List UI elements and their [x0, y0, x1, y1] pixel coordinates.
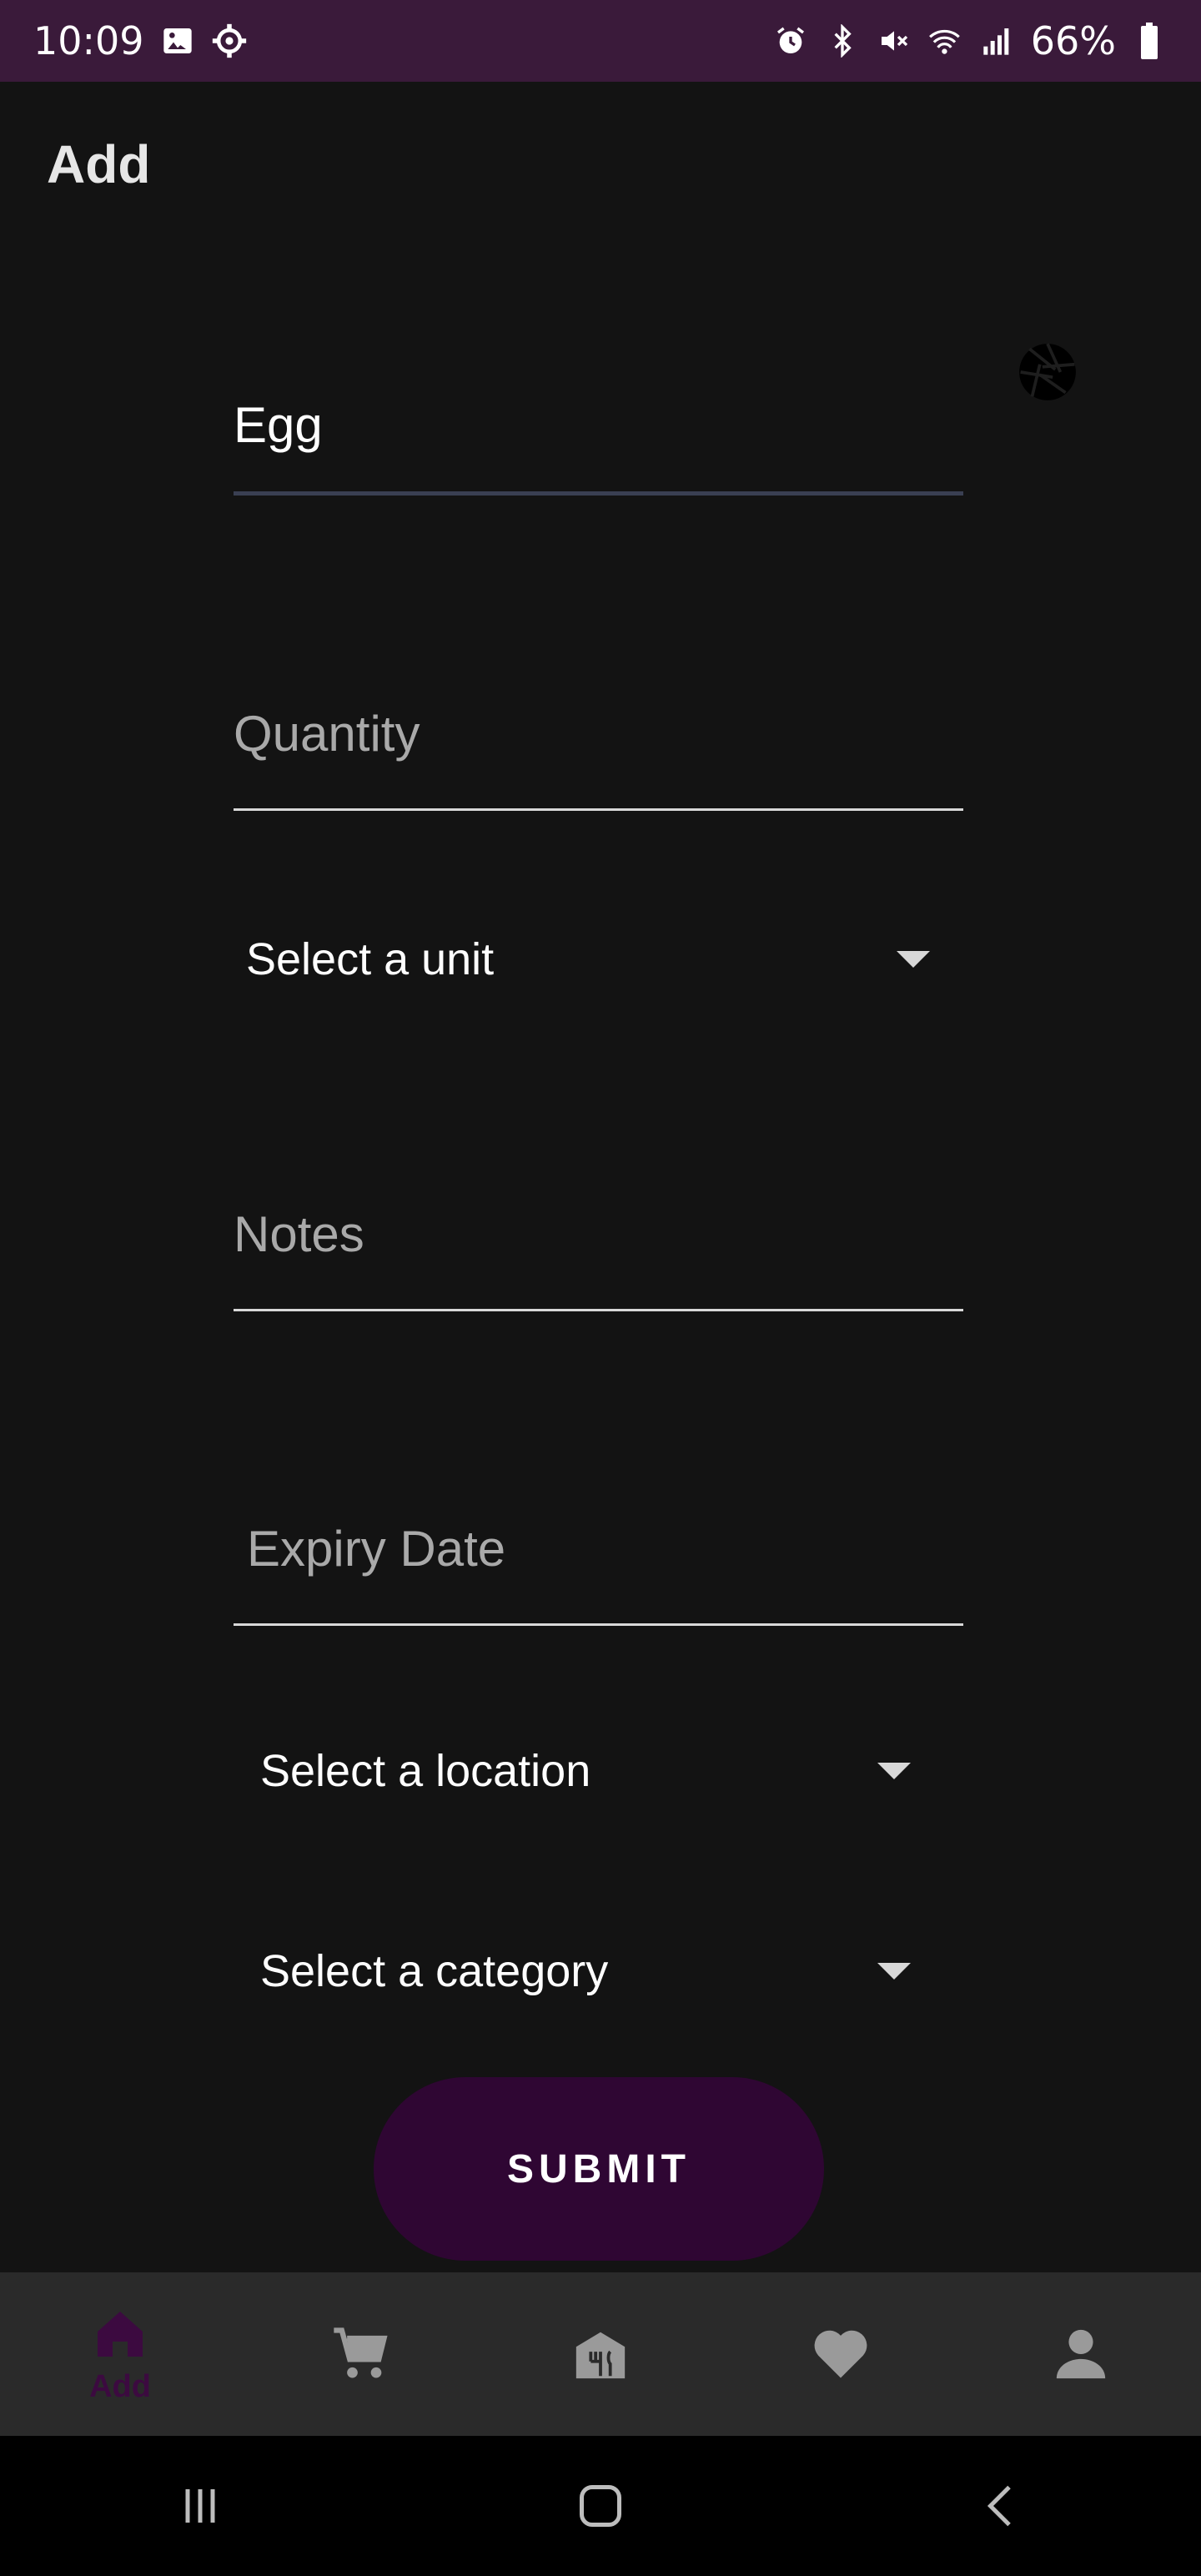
cart-icon	[334, 2327, 388, 2378]
quantity-field[interactable]	[234, 659, 963, 811]
submit-button[interactable]: SUBMIT	[374, 2077, 824, 2261]
category-select-label: Select a category	[260, 1946, 609, 1996]
status-left: 10:09	[33, 18, 248, 63]
signal-icon	[979, 23, 1016, 59]
recents-button[interactable]	[150, 2456, 250, 2556]
chevron-down-icon	[877, 1763, 911, 1779]
status-bar: 10:09 66%	[0, 0, 1201, 82]
unit-select-label: Select a unit	[246, 934, 495, 984]
pantry-icon	[575, 2332, 626, 2379]
category-select[interactable]: Select a category	[260, 1938, 911, 2005]
nav-label-add: Add	[89, 2368, 151, 2404]
nav-item-add[interactable]: Add	[37, 2272, 204, 2436]
bluetooth-icon	[824, 23, 861, 59]
unit-select[interactable]: Select a unit	[246, 926, 930, 993]
status-time: 10:09	[33, 18, 144, 63]
battery-percent: 66%	[1030, 18, 1116, 63]
name-input[interactable]	[234, 342, 963, 491]
expiry-date-field[interactable]	[234, 1474, 963, 1626]
expiry-date-input[interactable]	[234, 1474, 963, 1623]
quantity-input[interactable]	[234, 659, 963, 808]
status-right: 66%	[772, 18, 1168, 63]
nav-item-favorites[interactable]	[757, 2272, 924, 2436]
nav-item-shopping[interactable]	[277, 2272, 444, 2436]
alarm-icon	[772, 23, 809, 59]
heart-icon	[814, 2330, 867, 2378]
location-select-label: Select a location	[260, 1746, 591, 1796]
chevron-down-icon	[877, 1963, 911, 1980]
nav-item-pantry[interactable]	[517, 2272, 684, 2436]
home-button[interactable]	[550, 2456, 651, 2556]
recents-icon	[185, 2489, 215, 2523]
person-icon	[1056, 2329, 1106, 2379]
aperture-icon	[1019, 343, 1076, 400]
wifi-icon	[927, 23, 964, 59]
battery-icon	[1131, 23, 1168, 59]
name-field[interactable]	[234, 342, 963, 496]
mute-icon	[876, 23, 912, 59]
back-button[interactable]	[951, 2456, 1051, 2556]
camera-button[interactable]	[1016, 340, 1079, 404]
bottom-nav: Add	[0, 2272, 1201, 2436]
home-square-icon	[580, 2485, 621, 2527]
back-icon	[987, 2485, 1011, 2527]
location-select[interactable]: Select a location	[260, 1738, 911, 1804]
settings-icon	[211, 23, 248, 59]
image-icon	[159, 23, 196, 59]
notes-field[interactable]	[234, 1160, 963, 1311]
system-nav-bar	[0, 2436, 1201, 2576]
nav-item-profile[interactable]	[997, 2272, 1164, 2436]
chevron-down-icon	[897, 951, 930, 968]
notes-input[interactable]	[234, 1160, 963, 1309]
home-icon	[98, 2311, 143, 2357]
page-title: Add	[47, 134, 151, 194]
